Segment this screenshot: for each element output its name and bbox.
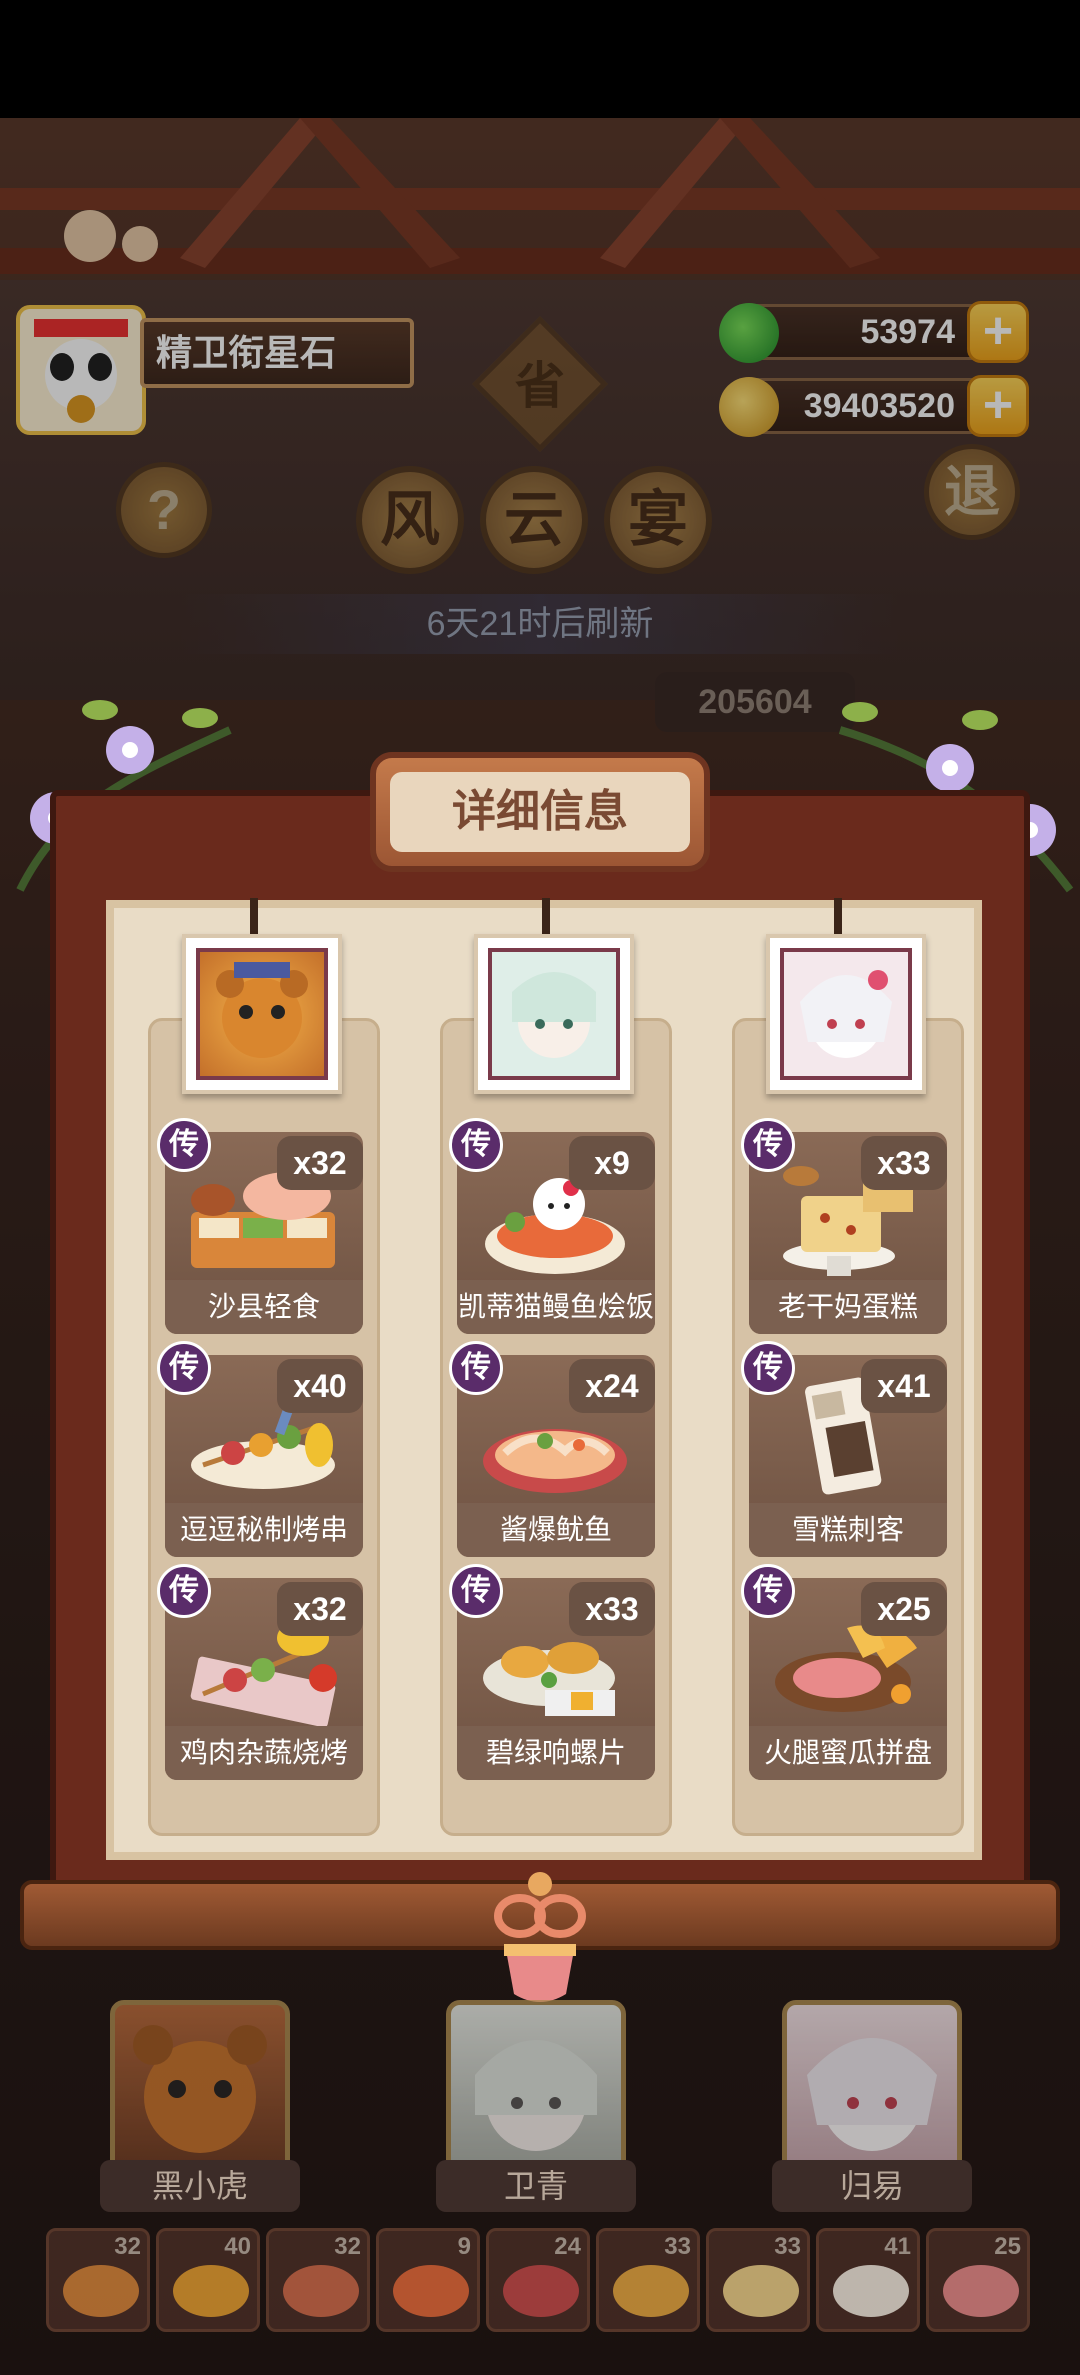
dish-name: 凯蒂猫鳗鱼烩饭 [457, 1280, 655, 1334]
dish-card[interactable]: x33 老干妈蛋糕 传 [741, 1118, 947, 1334]
legendary-badge: 传 [157, 1341, 211, 1395]
dish-card[interactable]: x32 沙县轻食 传 [157, 1118, 363, 1334]
hero-name: 归易 [772, 2160, 972, 2212]
dish-name: 老干妈蛋糕 [749, 1280, 947, 1334]
chef-portrait-1[interactable] [182, 934, 342, 1094]
legendary-badge: 传 [449, 1341, 503, 1395]
detail-panel-title: 详细信息 [370, 752, 710, 872]
hero-name: 卫青 [436, 2160, 636, 2212]
dish-count: x25 [861, 1582, 947, 1636]
inventory-slot[interactable]: 9 [376, 2228, 480, 2332]
dish-card[interactable]: x25 火腿蜜瓜拼盘 传 [741, 1564, 947, 1780]
legendary-badge: 传 [157, 1564, 211, 1618]
legendary-badge: 传 [157, 1118, 211, 1172]
dish-count: x24 [569, 1359, 655, 1413]
dish-count: x33 [861, 1136, 947, 1190]
inventory-slot[interactable]: 32 [266, 2228, 370, 2332]
inventory-slot[interactable]: 33 [706, 2228, 810, 2332]
legendary-badge: 传 [741, 1564, 795, 1618]
hero-card-1[interactable] [110, 2000, 290, 2180]
inventory-slot[interactable]: 33 [596, 2228, 700, 2332]
dish-name: 逗逗秘制烤串 [165, 1503, 363, 1557]
inventory-slot[interactable]: 41 [816, 2228, 920, 2332]
panel-title-text: 详细信息 [390, 772, 690, 852]
inventory-slot[interactable]: 40 [156, 2228, 260, 2332]
chef-portrait-2[interactable] [474, 934, 634, 1094]
dish-name: 火腿蜜瓜拼盘 [749, 1726, 947, 1780]
dish-count: x32 [277, 1582, 363, 1636]
dish-count: x40 [277, 1359, 363, 1413]
dish-card[interactable]: x40 逗逗秘制烤串 传 [157, 1341, 363, 1557]
game-screen: 精卫衔星石 53974 + 39403520 + ? 退 省 风 云 宴 6天2… [0, 0, 1080, 2375]
dish-count: x9 [569, 1136, 655, 1190]
status-bar-area [0, 0, 1080, 118]
legendary-badge: 传 [741, 1341, 795, 1395]
slot-count: 25 [994, 2233, 1021, 2260]
tassel-ornament [494, 1872, 586, 2002]
dish-count: x33 [569, 1582, 655, 1636]
hero-name: 黑小虎 [100, 2160, 300, 2212]
dish-card[interactable]: x24 酱爆鱿鱼 传 [449, 1341, 655, 1557]
slot-count: 24 [554, 2233, 581, 2260]
inventory-slot[interactable]: 32 [46, 2228, 150, 2332]
slot-count: 32 [114, 2233, 141, 2260]
dish-name: 雪糕刺客 [749, 1503, 947, 1557]
hero-card-2[interactable] [446, 2000, 626, 2180]
dish-card[interactable]: x9 凯蒂猫鳗鱼烩饭 传 [449, 1118, 655, 1334]
legendary-badge: 传 [449, 1564, 503, 1618]
dish-card[interactable]: x32 鸡肉杂蔬烧烤 传 [157, 1564, 363, 1780]
inventory-slot[interactable]: 25 [926, 2228, 1030, 2332]
dish-name: 碧绿响螺片 [457, 1726, 655, 1780]
slot-count: 33 [664, 2233, 691, 2260]
dish-count: x41 [861, 1359, 947, 1413]
dish-count: x32 [277, 1136, 363, 1190]
dish-name: 沙县轻食 [165, 1280, 363, 1334]
slot-count: 41 [884, 2233, 911, 2260]
slot-count: 33 [774, 2233, 801, 2260]
hero-card-3[interactable] [782, 2000, 962, 2180]
inventory-slot[interactable]: 24 [486, 2228, 590, 2332]
dish-name: 酱爆鱿鱼 [457, 1503, 655, 1557]
slot-count: 40 [224, 2233, 251, 2260]
dish-name: 鸡肉杂蔬烧烤 [165, 1726, 363, 1780]
slot-count: 9 [457, 2233, 471, 2260]
legendary-badge: 传 [449, 1118, 503, 1172]
dish-card[interactable]: x33 碧绿响螺片 传 [449, 1564, 655, 1780]
dish-card[interactable]: x41 雪糕刺客 传 [741, 1341, 947, 1557]
dish-inventory-strip: 32 40 32 9 24 33 33 41 25 [40, 2228, 1040, 2338]
slot-count: 32 [334, 2233, 361, 2260]
chef-portrait-3[interactable] [766, 934, 926, 1094]
legendary-badge: 传 [741, 1118, 795, 1172]
